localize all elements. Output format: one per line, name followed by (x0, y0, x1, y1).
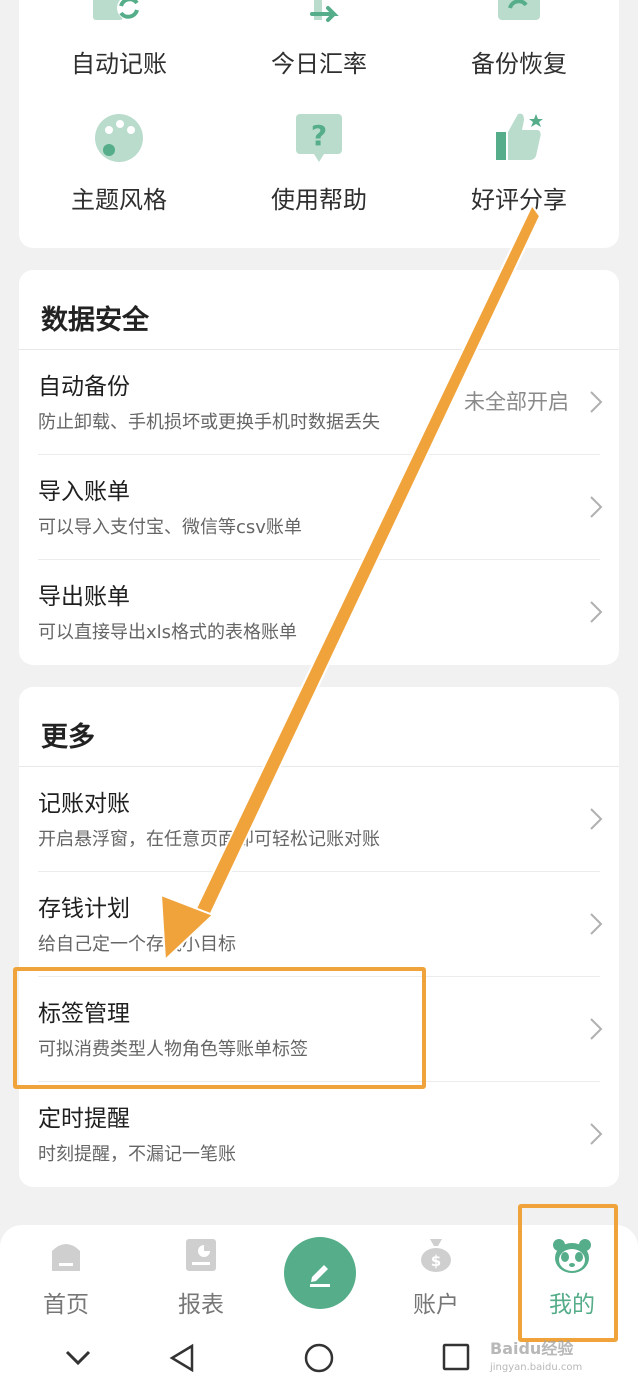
chevron-right-icon (589, 1017, 603, 1045)
chevron-right-icon (589, 1122, 603, 1150)
backup-restore-icon (494, 0, 544, 30)
tool-auto-bookkeeping[interactable]: 自动记账 (19, 0, 219, 100)
export-bills-row[interactable]: 导出账单 可以直接导出xls格式的表格账单 (19, 560, 619, 665)
row-title: 自动备份 (38, 374, 130, 400)
more-card: 更多 记账对账 开启悬浮窗，在任意页面即可轻松记账对账 存钱计划 给自己定一个存… (19, 687, 619, 1187)
tool-theme[interactable]: 主题风格 (19, 108, 219, 238)
data-security-card: 数据安全 自动备份 防止卸载、手机损坏或更换手机时数据丢失 未全部开启 导入账单… (19, 270, 619, 665)
row-desc: 防止卸载、手机损坏或更换手机时数据丢失 (38, 412, 380, 433)
home-icon (48, 1237, 84, 1277)
svg-text:?: ? (311, 119, 327, 152)
svg-text:$: $ (431, 1252, 441, 1270)
recents-square-icon[interactable] (442, 1343, 470, 1375)
nav-label: 首页 (43, 1292, 89, 1318)
row-title: 存钱计划 (38, 896, 130, 922)
chevron-right-icon (589, 912, 603, 940)
row-title: 导出账单 (38, 584, 130, 610)
row-title: 定时提醒 (38, 1106, 130, 1132)
help-icon: ? (294, 112, 344, 170)
exchange-rate-icon (294, 0, 344, 30)
tool-label: 备份恢复 (471, 50, 567, 78)
row-desc: 时刻提醒，不漏记一笔账 (38, 1144, 236, 1165)
tool-label: 自动记账 (71, 50, 167, 78)
tool-exchange-rate[interactable]: 今日汇率 (219, 0, 419, 100)
tool-label: 好评分享 (471, 186, 567, 214)
highlight-nav-mine (518, 1204, 618, 1342)
watermark: Baidu经验 (490, 1339, 574, 1358)
row-desc: 可以导入支付宝、微信等csv账单 (38, 517, 302, 538)
report-icon (184, 1237, 218, 1277)
auto-backup-row[interactable]: 自动备份 防止卸载、手机损坏或更换手机时数据丢失 未全部开启 (19, 350, 619, 455)
palette-icon (93, 112, 145, 168)
tool-label: 今日汇率 (271, 50, 367, 78)
money-bag-icon: $ (418, 1237, 454, 1277)
backup-status: 未全部开启 (464, 390, 569, 414)
row-desc: 给自己定一个存钱小目标 (38, 934, 236, 955)
row-title: 记账对账 (38, 791, 130, 817)
section-title: 更多 (41, 722, 95, 753)
reconcile-row[interactable]: 记账对账 开启悬浮窗，在任意页面即可轻松记账对账 (19, 767, 619, 872)
home-circle-icon[interactable] (304, 1343, 334, 1377)
row-desc: 开启悬浮窗，在任意页面即可轻松记账对账 (38, 829, 380, 850)
chevron-right-icon (589, 600, 603, 628)
chevron-right-icon (589, 390, 603, 418)
nav-report[interactable]: 报表 (141, 1225, 261, 1323)
nav-label: 报表 (178, 1292, 224, 1318)
tool-label: 使用帮助 (271, 186, 367, 214)
chevron-right-icon (589, 807, 603, 835)
thumbs-up-icon (492, 108, 546, 168)
nav-label: 账户 (413, 1292, 459, 1318)
tools-card: 自动记账 今日汇率 备份恢复 主题风格 ? 使用帮助 好评分享 (19, 0, 619, 248)
highlight-tag-management (13, 967, 426, 1089)
tool-share[interactable]: 好评分享 (419, 108, 619, 238)
watermark-url: jingyan.baidu.com (490, 1362, 583, 1373)
reminder-row[interactable]: 定时提醒 时刻提醒，不漏记一笔账 (19, 1082, 619, 1187)
section-title: 数据安全 (41, 305, 149, 336)
tool-help[interactable]: ? 使用帮助 (219, 108, 419, 238)
row-title: 导入账单 (38, 479, 130, 505)
back-triangle-icon[interactable] (168, 1343, 196, 1377)
nav-account[interactable]: $ 账户 (376, 1225, 496, 1323)
row-desc: 可以直接导出xls格式的表格账单 (38, 622, 298, 643)
pencil-icon (304, 1257, 336, 1293)
tool-backup-restore[interactable]: 备份恢复 (419, 0, 619, 100)
savings-plan-row[interactable]: 存钱计划 给自己定一个存钱小目标 (19, 872, 619, 977)
auto-bookkeeping-icon (91, 0, 147, 30)
tool-label: 主题风格 (71, 186, 167, 214)
chevron-right-icon (589, 495, 603, 523)
add-record-button[interactable] (284, 1237, 356, 1309)
chevron-down-icon[interactable] (64, 1349, 92, 1371)
import-bills-row[interactable]: 导入账单 可以导入支付宝、微信等csv账单 (19, 455, 619, 560)
nav-home[interactable]: 首页 (6, 1225, 126, 1323)
